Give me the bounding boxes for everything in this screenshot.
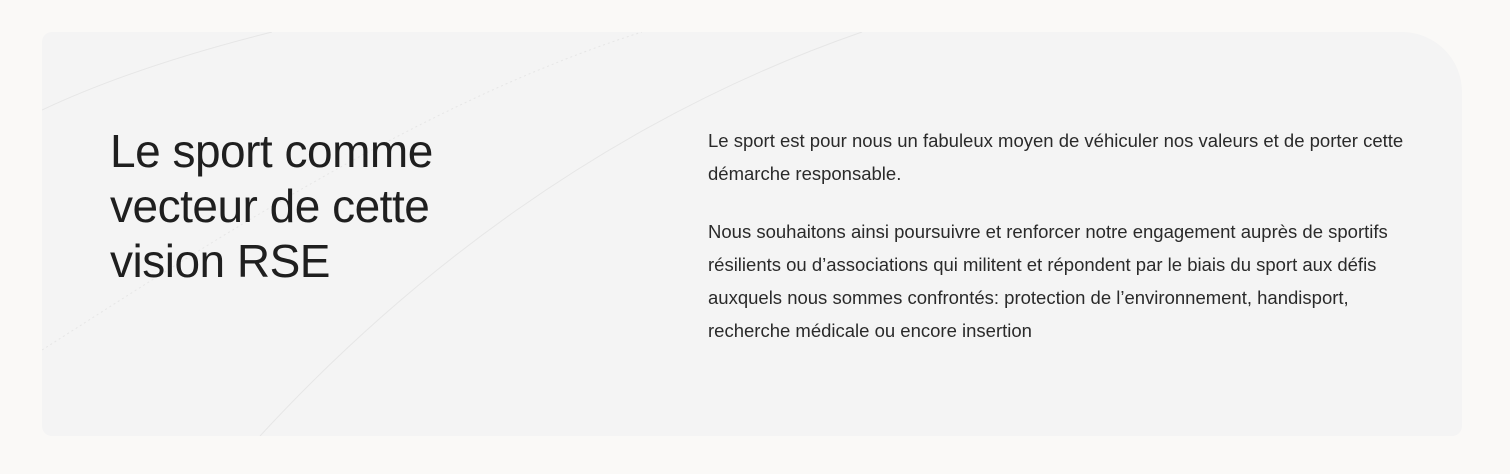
deco-curve-1: [42, 32, 273, 111]
rse-section-card: Le sport comme vecteur de cette vision R…: [42, 32, 1462, 436]
section-body: Le sport est pour nous un fabuleux moyen…: [708, 124, 1408, 372]
paragraph-commitment: Nous souhaitons ainsi poursuivre et renf…: [708, 221, 1388, 341]
section-heading: Le sport comme vecteur de cette vision R…: [110, 125, 433, 287]
paragraph-intro: Le sport est pour nous un fabuleux moyen…: [708, 130, 1404, 184]
